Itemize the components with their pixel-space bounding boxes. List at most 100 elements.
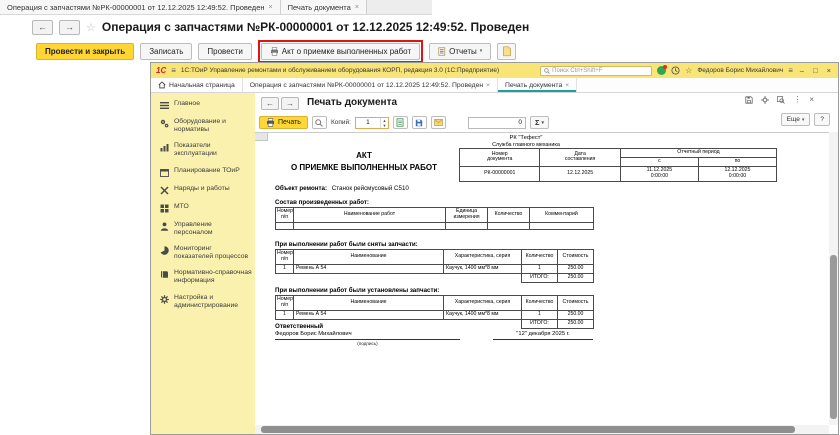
horizontal-scrollbar[interactable] bbox=[255, 425, 829, 434]
send-email-button[interactable] bbox=[431, 116, 446, 129]
screen: Операция с запчастями №РК-00000001 от 12… bbox=[0, 0, 840, 435]
total-row: ИТОГО: 250.00 bbox=[276, 273, 594, 282]
close-icon[interactable]: × bbox=[355, 4, 359, 11]
form-window-icons: ⋮ × bbox=[745, 96, 814, 104]
header-cell: Отчетный период bbox=[620, 149, 776, 158]
vertical-scroll-thumb[interactable] bbox=[830, 255, 837, 419]
organization-name: РК "Тефест" bbox=[459, 135, 593, 142]
favorite-star-icon[interactable]: ☆ bbox=[86, 21, 96, 34]
act-title: АКТ О ПРИЕМКЕ ВЫПОЛНЕННЫХ РАБОТ bbox=[275, 150, 453, 174]
total-value: 250.00 bbox=[558, 319, 594, 328]
find-icon[interactable] bbox=[777, 96, 785, 104]
forward-button[interactable]: → bbox=[281, 97, 299, 110]
sidebar-item-label: Показатели эксплуатации bbox=[174, 142, 252, 158]
search-icon bbox=[544, 68, 550, 74]
sum-field[interactable]: 0 bbox=[468, 117, 526, 129]
favorites-star-icon[interactable]: ☆ bbox=[685, 67, 692, 75]
book-icon bbox=[160, 270, 169, 279]
form-close-button[interactable]: × bbox=[809, 96, 814, 104]
more-dots-icon[interactable]: ⋮ bbox=[793, 96, 801, 104]
col-header: Характеристика, серия bbox=[444, 296, 522, 311]
sidebar-item-planning[interactable]: Планирование ТОиР bbox=[151, 163, 255, 181]
notifications-icon[interactable] bbox=[657, 66, 666, 75]
help-button[interactable]: ? bbox=[814, 113, 830, 126]
sum-button[interactable]: Σ▾ bbox=[530, 116, 549, 129]
col-header: Номер п/п bbox=[276, 296, 294, 311]
history-clock-icon[interactable] bbox=[671, 66, 680, 75]
outer-command-bar: Провести и закрыть Записать Провести Акт… bbox=[36, 39, 516, 63]
period-from: 11.12.2025 0:00:00 bbox=[620, 166, 698, 181]
sidebar-item-equipment[interactable]: Оборудование и нормативы bbox=[151, 114, 255, 138]
save-icon[interactable] bbox=[745, 96, 753, 104]
post-button[interactable]: Провести bbox=[198, 43, 251, 60]
sidebar-item-work-orders[interactable]: Наряды и работы bbox=[151, 181, 255, 199]
vertical-scrollbar[interactable] bbox=[829, 132, 838, 425]
sidebar-item-kpi[interactable]: Показатели эксплуатации bbox=[151, 138, 255, 162]
forward-button[interactable]: → bbox=[59, 20, 80, 35]
sidebar-item-monitoring[interactable]: Мониторинг показателей процессов bbox=[151, 241, 255, 265]
close-icon[interactable]: × bbox=[269, 4, 273, 11]
sidebar-item-label: Настройка и администрирование bbox=[174, 294, 252, 310]
cell-qty: 1 bbox=[522, 264, 558, 273]
attachment-button[interactable] bbox=[497, 43, 516, 60]
preview-button[interactable] bbox=[312, 116, 327, 129]
window-tab-bar: Начальная страница Операция с запчастями… bbox=[151, 78, 838, 93]
outer-tab-print-label: Печать документа bbox=[288, 3, 351, 12]
act-print-button[interactable]: Акт о приемке выполненных работ bbox=[261, 43, 420, 60]
page-setup-button[interactable] bbox=[393, 116, 408, 129]
stepper-down-icon[interactable]: ▼ bbox=[381, 123, 388, 128]
document-title: Операция с запчастями №РК-00000001 от 12… bbox=[102, 20, 529, 34]
sidebar-item-administration[interactable]: Настройка и администрирование bbox=[151, 290, 255, 314]
print-button[interactable]: Печать bbox=[259, 116, 308, 129]
grid-icon bbox=[160, 204, 169, 213]
cell-name: Ремень А 54 bbox=[294, 310, 444, 319]
pie-chart-icon bbox=[160, 246, 169, 255]
window-close-button[interactable]: × bbox=[825, 66, 833, 75]
reports-button[interactable]: Отчеты ▾ bbox=[429, 43, 491, 60]
current-user[interactable]: Федоров Борис Михайлович bbox=[697, 67, 783, 74]
print-form-panel: ← → Печать документа ⋮ × Еще▾ ? bbox=[255, 93, 838, 434]
equipment-icon bbox=[160, 119, 169, 128]
main-menu-icon[interactable]: ≡ bbox=[171, 66, 176, 75]
copies-stepper[interactable]: 1 ▲▼ bbox=[355, 117, 389, 129]
back-button[interactable]: ← bbox=[32, 20, 53, 35]
minimize-button[interactable]: – bbox=[798, 66, 806, 75]
col-header: Номер п/п bbox=[276, 208, 294, 223]
sidebar-item-hr[interactable]: Управление персоналом bbox=[151, 217, 255, 241]
sidebar-item-mto[interactable]: МТО bbox=[151, 199, 255, 217]
col-header: Стоимость bbox=[558, 250, 594, 265]
tab-operation[interactable]: Операция с запчастями №РК-00000001 от 12… bbox=[243, 78, 498, 92]
act-print-button-label: Акт о приемке выполненных работ bbox=[282, 47, 411, 56]
sidebar-item-main[interactable]: Главное bbox=[151, 96, 255, 114]
sigma-icon: Σ bbox=[535, 118, 540, 127]
maximize-button[interactable]: □ bbox=[811, 66, 820, 75]
col-header: Комментарий bbox=[530, 208, 594, 223]
col-header: Наименование bbox=[294, 296, 444, 311]
tab-print-document[interactable]: Печать документа × bbox=[498, 78, 577, 92]
outer-tab-print[interactable]: Печать документа × bbox=[281, 0, 367, 14]
save-copy-button[interactable] bbox=[412, 116, 427, 129]
content-nav: ← → bbox=[261, 97, 299, 110]
settings-gear-icon[interactable] bbox=[761, 96, 769, 104]
outer-tab-operation[interactable]: Операция с запчастями №РК-00000001 от 12… bbox=[0, 0, 281, 14]
write-button[interactable]: Записать bbox=[140, 43, 192, 60]
print-preview-area[interactable]: РК "Тефест" Служба главного механика Ном… bbox=[255, 132, 829, 425]
horizontal-scroll-thumb[interactable] bbox=[261, 426, 795, 433]
sidebar-item-reference[interactable]: Нормативно-справочная информация bbox=[151, 265, 255, 289]
global-search-input[interactable]: Поиск Ctrl+Shift+F bbox=[540, 66, 652, 76]
sidebar-item-label: Планирование ТОиР bbox=[174, 167, 240, 175]
back-button[interactable]: ← bbox=[261, 97, 279, 110]
post-and-close-button[interactable]: Провести и закрыть bbox=[36, 43, 134, 60]
more-button[interactable]: Еще▾ bbox=[781, 113, 811, 126]
service-menu-icon[interactable]: ≡ bbox=[788, 67, 793, 75]
yellow-file-icon bbox=[502, 46, 512, 57]
close-icon[interactable]: × bbox=[565, 82, 569, 89]
sidebar-item-label: Главное bbox=[174, 100, 200, 108]
red-highlight-annotation: Акт о приемке выполненных работ bbox=[258, 40, 423, 63]
cell-qty: 1 bbox=[522, 310, 558, 319]
window-body: Главное Оборудование и нормативы Показат… bbox=[151, 93, 838, 434]
floppy-save-icon bbox=[415, 119, 423, 127]
sidebar-item-label: Нормативно-справочная информация bbox=[174, 269, 252, 285]
close-icon[interactable]: × bbox=[486, 82, 490, 89]
tab-home[interactable]: Начальная страница bbox=[151, 78, 243, 92]
